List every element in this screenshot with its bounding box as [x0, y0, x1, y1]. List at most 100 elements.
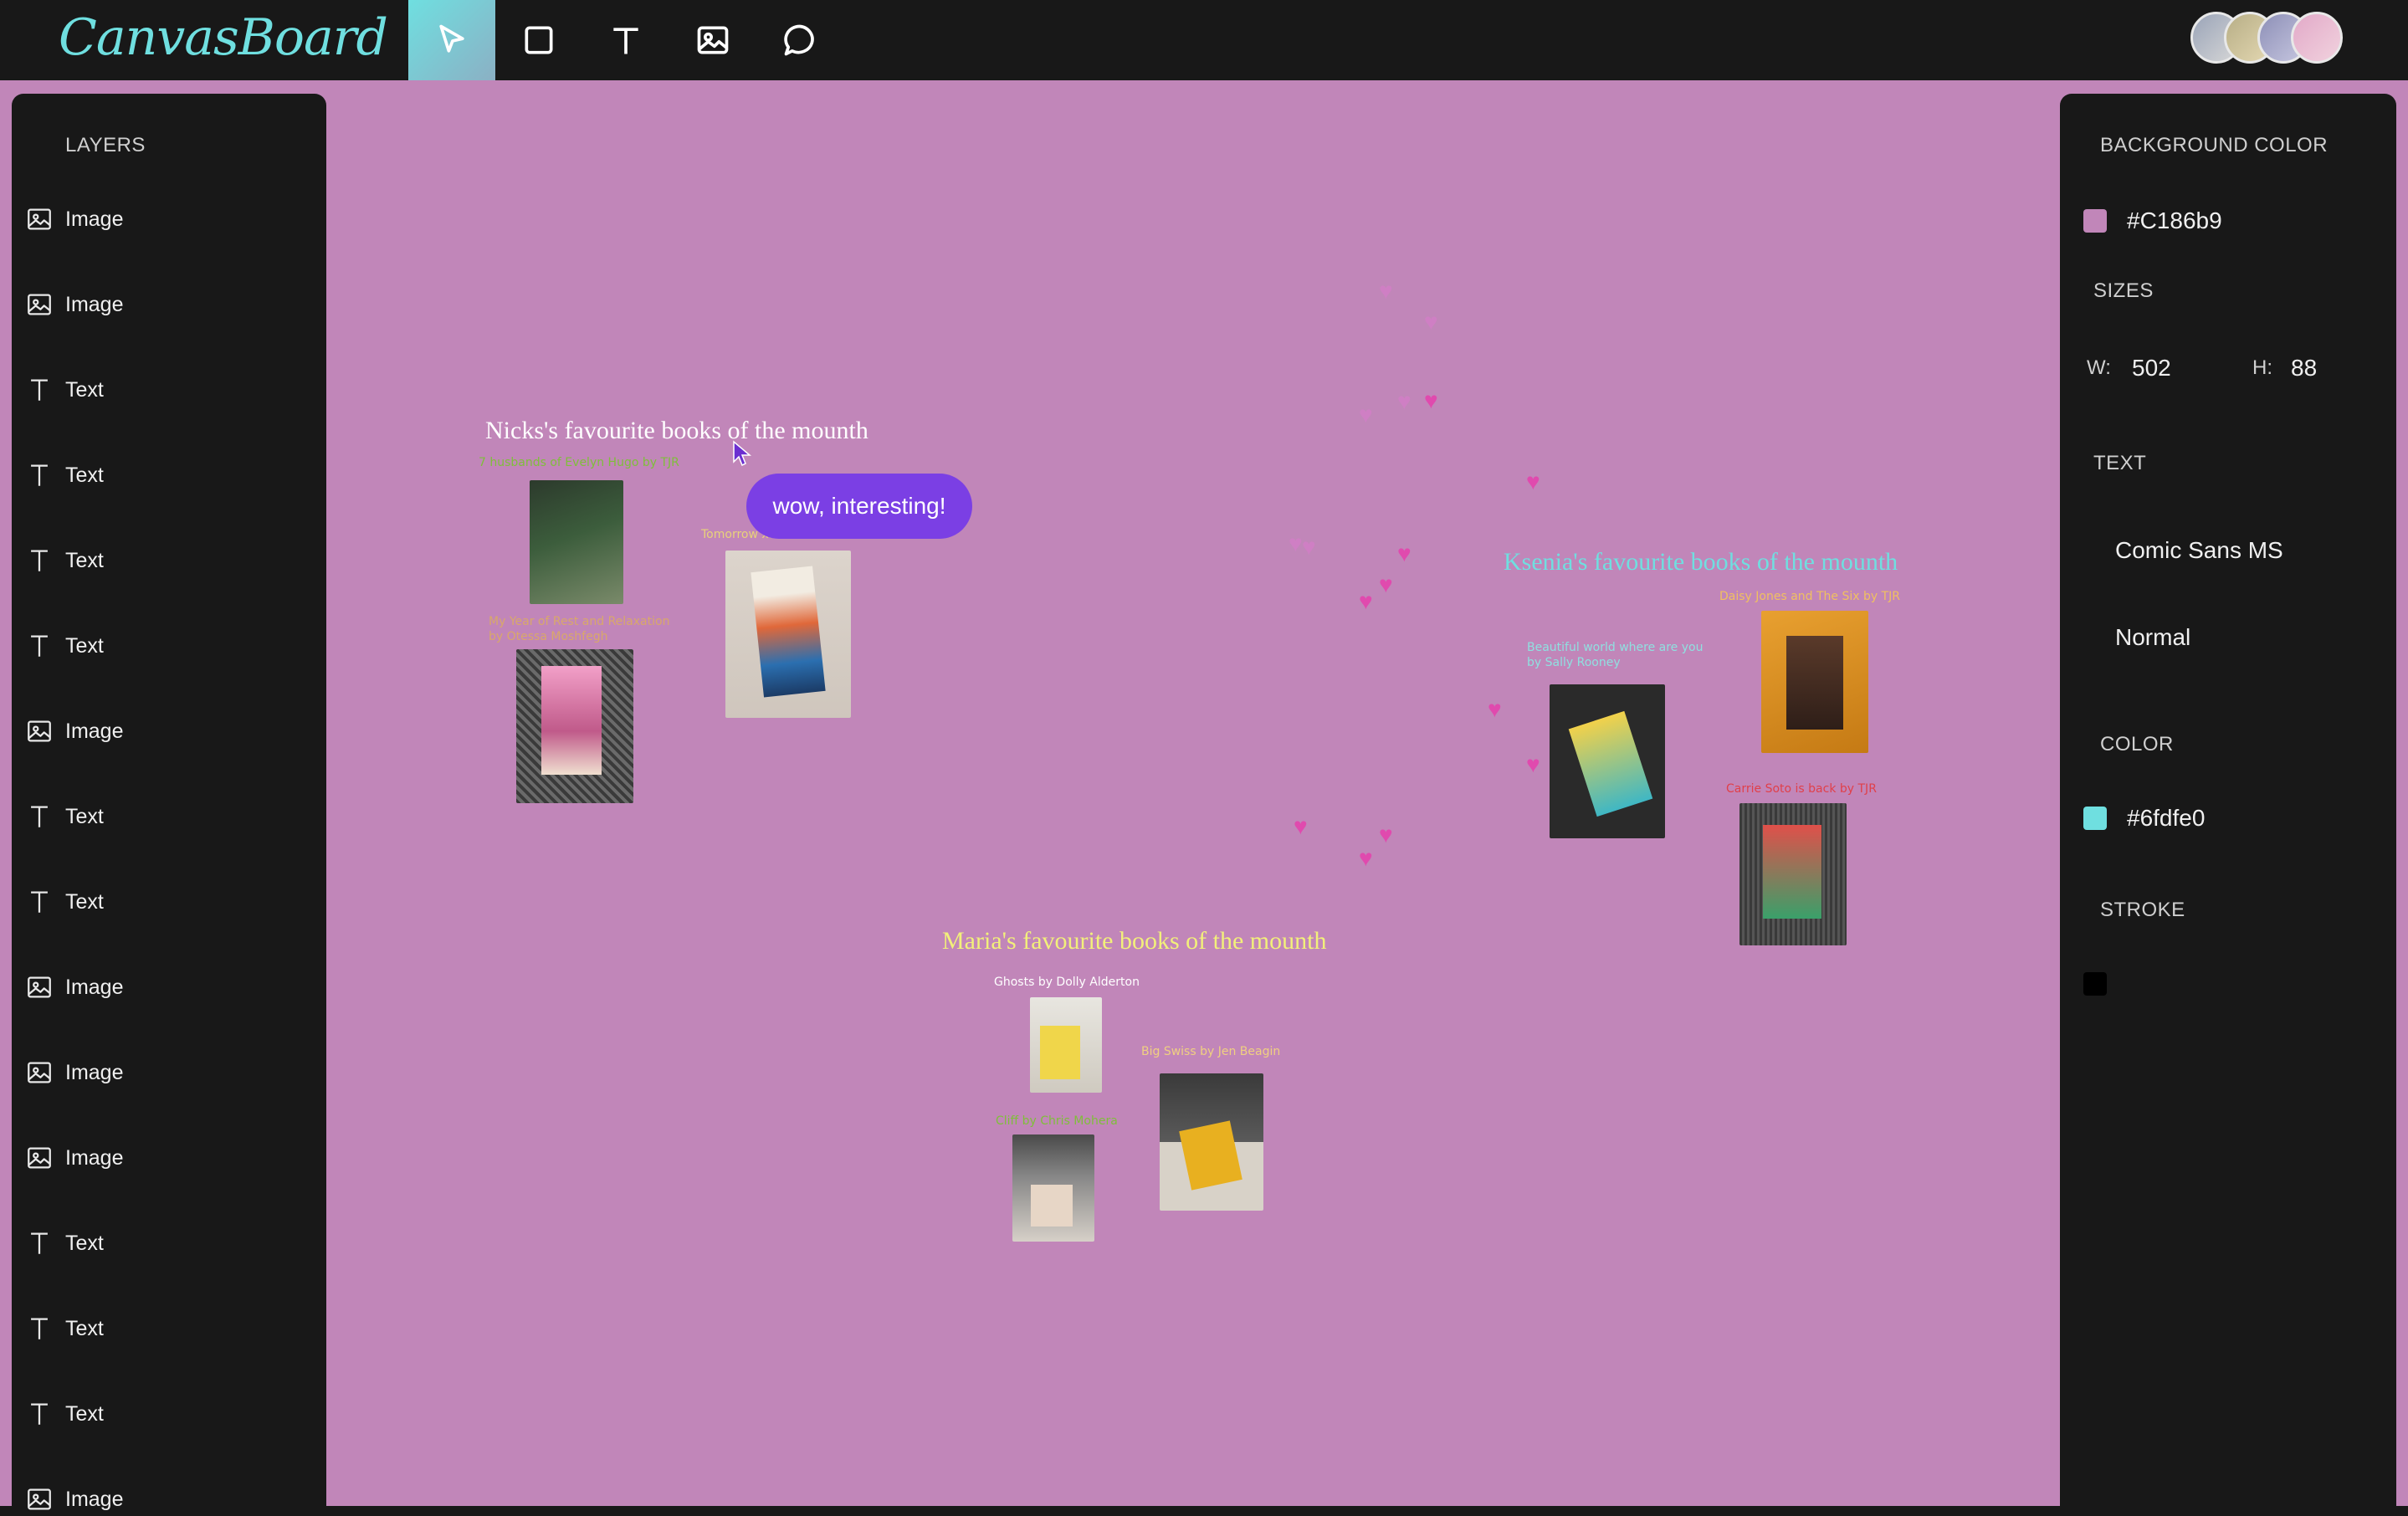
speech-bubble-icon	[784, 24, 814, 56]
text-layer-icon	[25, 376, 65, 404]
text-layer-icon	[25, 461, 65, 489]
book-photo-tomorrow[interactable]	[725, 551, 851, 718]
heart-sticker[interactable]: ♥	[1424, 310, 1438, 334]
background-color-swatch[interactable]	[2083, 209, 2107, 233]
maria-caption-3[interactable]: Cliff by Chris Mohera	[996, 1113, 1118, 1129]
layer-item-label: Text	[65, 633, 104, 658]
text-layer-icon	[25, 1314, 65, 1343]
layer-item-text[interactable]: Text	[25, 1218, 104, 1268]
layer-item-text[interactable]: Text	[25, 1389, 104, 1439]
layer-item-text[interactable]: Text	[25, 791, 104, 842]
text-heading: TEXT	[2093, 452, 2147, 474]
heart-sticker[interactable]: ♥	[1359, 847, 1373, 870]
background-color-heading: BACKGROUND COLOR	[2100, 134, 2329, 156]
text-layer-icon	[25, 1229, 65, 1257]
book-cover	[1568, 710, 1653, 817]
image-layer-icon	[25, 1485, 65, 1513]
book-photo-carrie-soto[interactable]	[1739, 803, 1847, 945]
book-photo-ghosts[interactable]	[1030, 997, 1102, 1093]
layer-item-image[interactable]: Image	[25, 1474, 123, 1516]
color-heading: COLOR	[2100, 733, 2174, 755]
layer-item-image[interactable]: Image	[25, 706, 123, 756]
comment-tool-button[interactable]	[756, 0, 843, 80]
layer-item-image[interactable]: Image	[25, 279, 123, 330]
book-photo-daisy-jones[interactable]	[1761, 611, 1868, 753]
heart-sticker[interactable]: ♥	[1379, 573, 1393, 597]
heart-sticker[interactable]: ♥	[1526, 753, 1540, 776]
layer-item-text[interactable]: Text	[25, 1303, 104, 1354]
layer-item-text[interactable]: Text	[25, 877, 104, 927]
text-color-swatch[interactable]	[2083, 807, 2107, 830]
stroke-color-swatch[interactable]	[2083, 972, 2107, 996]
maria-caption-1[interactable]: Ghosts by Dolly Alderton	[994, 974, 1140, 991]
heart-sticker[interactable]: ♥	[1488, 698, 1502, 721]
book-cover	[1786, 636, 1843, 730]
heart-sticker[interactable]: ♥	[1379, 279, 1393, 303]
layer-item-label: Image	[65, 1145, 124, 1170]
image-tool-button[interactable]	[669, 0, 756, 80]
heart-sticker[interactable]: ♥	[1359, 590, 1373, 613]
book-photo-big-swiss[interactable]	[1160, 1073, 1263, 1211]
top-toolbar: CanvasBoard	[0, 0, 2408, 80]
nick-caption-2b[interactable]: by Otessa Moshfegh	[489, 628, 607, 645]
ksenia-title[interactable]: Ksenia's favourite books of the mounth	[1504, 548, 1898, 576]
image-icon	[697, 26, 729, 54]
layer-item-label: Text	[65, 463, 104, 487]
book-cover	[751, 566, 826, 698]
height-label: H:	[2252, 356, 2272, 379]
layer-item-image[interactable]: Image	[25, 962, 123, 1012]
layer-item-text[interactable]: Text	[25, 535, 104, 586]
book-photo-rest-relaxation[interactable]	[516, 649, 633, 803]
layer-item-label: Text	[65, 1401, 104, 1426]
heart-sticker[interactable]: ♥	[1359, 403, 1373, 427]
layers-panel: LAYERS Image Image Text Text Text Text Image Te…	[12, 94, 326, 1516]
layer-item-text[interactable]: Text	[25, 450, 104, 500]
heart-sticker[interactable]: ♥	[1379, 823, 1393, 847]
layer-item-image[interactable]: Image	[25, 1047, 123, 1098]
maria-caption-2[interactable]: Big Swiss by Jen Beagin	[1141, 1043, 1280, 1060]
image-layer-icon	[25, 290, 65, 319]
heart-sticker[interactable]: ♥	[1424, 389, 1438, 412]
heart-sticker[interactable]: ♥	[1526, 470, 1540, 494]
layer-item-image[interactable]: Image	[25, 194, 123, 244]
layer-item-text[interactable]: Text	[25, 621, 104, 671]
avatar[interactable]	[2291, 12, 2343, 64]
rectangle-tool-button[interactable]	[495, 0, 582, 80]
ksenia-caption-2a[interactable]: Beautiful world where are you	[1527, 639, 1703, 656]
font-family-select[interactable]: Comic Sans MS	[2115, 537, 2283, 564]
ksenia-caption-1[interactable]: Daisy Jones and The Six by TJR	[1719, 588, 1900, 605]
text-layer-icon	[25, 802, 65, 831]
width-input[interactable]: 502	[2132, 355, 2171, 382]
layer-item-image[interactable]: Image	[25, 1133, 123, 1183]
book-photo-beautiful-world[interactable]	[1550, 684, 1665, 838]
ksenia-caption-2b[interactable]: by Sally Rooney	[1527, 654, 1621, 671]
image-layer-icon	[25, 1144, 65, 1172]
text-layer-icon	[25, 1400, 65, 1428]
text-layer-icon	[25, 546, 65, 575]
heart-sticker[interactable]: ♥	[1302, 535, 1316, 559]
image-layer-icon	[25, 1058, 65, 1087]
layer-item-text[interactable]: Text	[25, 365, 104, 415]
heart-sticker[interactable]: ♥	[1294, 815, 1308, 838]
heart-sticker[interactable]: ♥	[1289, 532, 1303, 556]
heart-sticker[interactable]: ♥	[1397, 390, 1411, 413]
maria-title[interactable]: Maria's favourite books of the mounth	[942, 927, 1326, 955]
square-icon	[525, 26, 553, 54]
text-color-value[interactable]: #6fdfe0	[2127, 805, 2205, 832]
height-input[interactable]: 88	[2291, 355, 2317, 382]
board-canvas[interactable]	[0, 80, 2408, 1506]
layer-item-label: Image	[65, 975, 124, 999]
nick-caption-1[interactable]: 7 husbands of Evelyn Hugo by TJR	[479, 454, 679, 471]
heart-sticker[interactable]: ♥	[1397, 542, 1411, 566]
book-photo-cliff[interactable]	[1012, 1134, 1094, 1242]
image-layer-icon	[25, 717, 65, 745]
background-color-value[interactable]: #C186b9	[2127, 207, 2222, 234]
ksenia-caption-3[interactable]: Carrie Soto is back by TJR	[1726, 781, 1877, 797]
nick-title[interactable]: Nicks's favourite books of the mounth	[485, 417, 868, 445]
book-photo-evelyn-hugo[interactable]	[530, 480, 623, 604]
nick-caption-2a[interactable]: My Year of Rest and Relaxation	[489, 613, 669, 630]
font-weight-select[interactable]: Normal	[2115, 624, 2190, 651]
text-tool-button[interactable]	[582, 0, 669, 80]
select-tool-button[interactable]	[408, 0, 495, 80]
comment-bubble[interactable]: wow, interesting!	[746, 474, 972, 539]
